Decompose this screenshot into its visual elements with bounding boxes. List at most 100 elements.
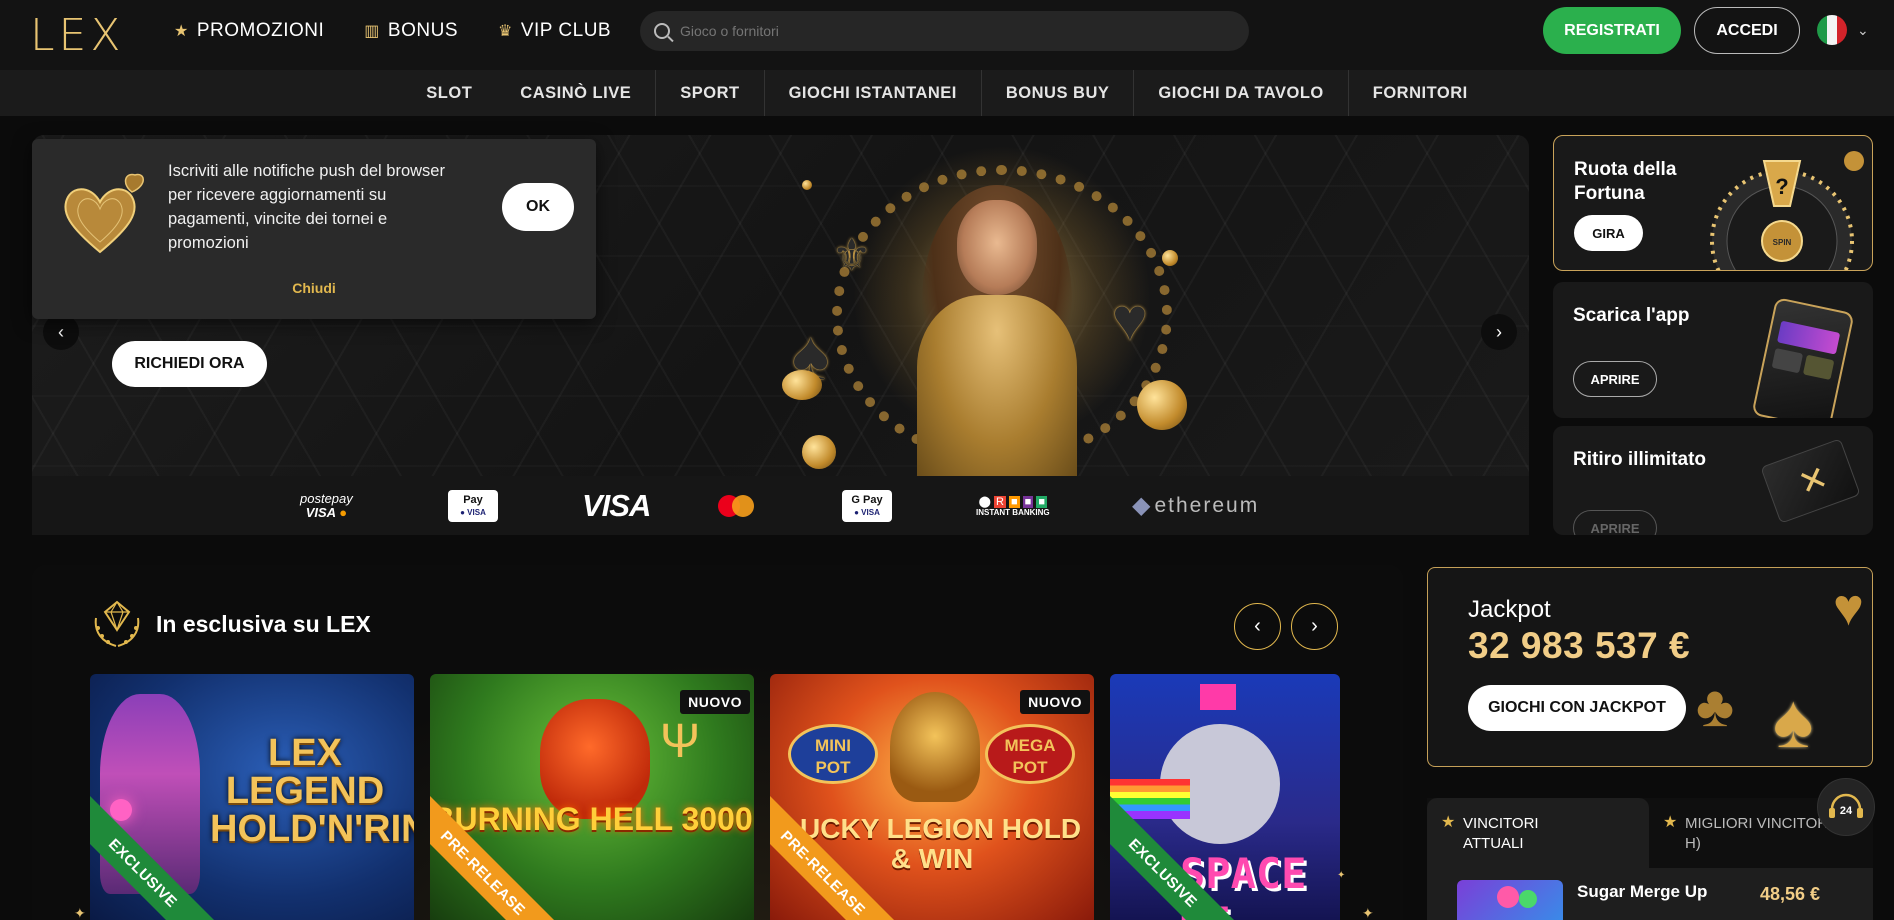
mega-pot-badge: MEGA POT: [985, 724, 1075, 784]
category-nav: SLOT CASINÒ LIVE SPORT GIOCHI ISTANTANEI…: [0, 70, 1894, 116]
jackpot-amount: 32 983 537 €: [1468, 625, 1691, 666]
category-giochi-da-tavolo[interactable]: GIOCHI DA TAVOLO: [1134, 70, 1349, 116]
nav-bonus-label: BONUS: [387, 20, 458, 41]
winners-panel: ★ VINCITORI ATTUALI ★ MIGLIORI VINCITORI…: [1427, 798, 1873, 920]
headset-24-icon: 24: [1829, 793, 1863, 818]
popup-ok-button[interactable]: OK: [502, 183, 574, 231]
search-input[interactable]: [680, 23, 1200, 39]
register-button[interactable]: REGISTRATI: [1543, 7, 1681, 54]
jackpot-label: Jackpot: [1468, 596, 1551, 623]
top-header: LEX ★ PROMOZIONI ▥ BONUS ♛ VIP CLUB REGI…: [0, 0, 1894, 70]
exclusive-prev-button[interactable]: ‹: [1234, 603, 1281, 650]
support-24-label: 24: [1840, 805, 1853, 817]
winner-amount: 48,56 €: [1760, 884, 1821, 904]
visa-logo: VISA: [582, 487, 651, 523]
gold-heart-icon: [64, 173, 144, 254]
nav-vip-club-label: VIP CLUB: [520, 20, 612, 41]
promo-unlimited-withdrawal[interactable]: Ritiro illimitato APRIRE ✕: [1553, 426, 1873, 535]
category-fornitori[interactable]: FORNITORI: [1349, 70, 1492, 116]
gold-heart-icon: ♥: [1833, 579, 1864, 637]
italy-flag-icon[interactable]: [1817, 15, 1847, 45]
gold-spade-icon: ♠: [1773, 679, 1814, 764]
trident-icon: Ψ: [660, 715, 701, 768]
card-icon: ✕: [1760, 438, 1861, 524]
phone-icon: [1751, 296, 1855, 418]
category-slot[interactable]: SLOT: [402, 70, 496, 116]
heart-icon: ♥: [1112, 286, 1148, 353]
google-pay-logo: G Pay ● VISA: [842, 476, 892, 535]
new-badge: NUOVO: [1020, 690, 1090, 714]
nav-promozioni-label: PROMOZIONI: [196, 20, 325, 41]
game-title-lex-legend: LEX LEGEND HOLD'N'RING: [210, 732, 414, 850]
mastercard-logo: [718, 476, 756, 535]
svg-text:?: ?: [1775, 174, 1788, 199]
game-card-burning-hell[interactable]: Ψ BURNING HELL 3000 NUOVO PRE-RELEASE: [430, 674, 754, 920]
winner-game-thumbnail: [1457, 880, 1563, 920]
star-icon: ★: [1441, 814, 1456, 831]
main-nav: ★ PROMOZIONI ▥ BONUS ♛ VIP CLUB: [174, 20, 611, 42]
jackpot-card: Jackpot 32 983 537 € GIOCHI CON JACKPOT …: [1427, 567, 1873, 767]
category-casino-live[interactable]: CASINÒ LIVE: [496, 70, 657, 116]
category-giochi-istantanei[interactable]: GIOCHI ISTANTANEI: [765, 70, 982, 116]
tab-current-winners[interactable]: ★ VINCITORI ATTUALI: [1427, 798, 1649, 868]
winner-game-name: Sugar Merge Up: [1577, 882, 1708, 901]
promo-wheel-of-fortune[interactable]: Ruota della Fortuna GIRA ? SPIN: [1553, 135, 1873, 271]
promo-wheel-title: Ruota della Fortuna: [1574, 159, 1677, 204]
crown-icon: ♛: [498, 23, 513, 40]
promo-withdrawal-title: Ritiro illimitato: [1573, 449, 1706, 470]
mini-pot-badge: MINI POT: [788, 724, 878, 784]
claim-now-button[interactable]: RICHIEDI ORA: [112, 341, 267, 387]
popup-close-link[interactable]: Chiudi: [32, 280, 596, 296]
nav-vip-club[interactable]: ♛ VIP CLUB: [498, 20, 611, 42]
banner-illustration: ♠ ♥ ⚜: [772, 135, 1212, 476]
helmet-icon: [890, 692, 980, 802]
payment-methods-strip: postepay VISA ● Pay ● VISA VISA G Pay ● VI…: [32, 476, 1529, 535]
lex-logo[interactable]: LEX: [30, 10, 124, 61]
open-app-button[interactable]: APRIRE: [1573, 361, 1657, 397]
nav-promozioni[interactable]: ★ PROMOZIONI: [174, 20, 324, 42]
svg-text:SPIN: SPIN: [1773, 238, 1792, 247]
gift-icon: ▥: [364, 23, 380, 40]
exclusive-games-section: In esclusiva su LEX ‹ › LEX LEGEND HOLD'…: [32, 565, 1403, 920]
support-24-button[interactable]: 24: [1817, 778, 1875, 836]
sparkle-icon: ✦: [74, 905, 86, 920]
tab-current-winners-label: VINCITORI ATTUALI: [1463, 815, 1539, 852]
apple-pay-logo: Pay ● VISA: [448, 476, 498, 535]
flag-icon: [1200, 684, 1236, 710]
star-icon: ★: [174, 23, 189, 40]
sparkle-icon: ✦: [1362, 905, 1374, 920]
banner-prev-button[interactable]: ‹: [43, 314, 79, 350]
category-sport[interactable]: SPORT: [656, 70, 765, 116]
game-card-lex-legend[interactable]: LEX LEGEND HOLD'N'RING EXCLUSIVE: [90, 674, 414, 920]
fleur-icon: ⚜: [832, 231, 872, 280]
push-notification-popup: Iscriviti alle notifiche push del browse…: [32, 139, 596, 319]
jackpot-games-button[interactable]: GIOCHI CON JACKPOT: [1468, 685, 1686, 731]
gold-club-icon: ♣: [1696, 674, 1735, 739]
sparkle-icon: ✦: [1337, 870, 1346, 881]
game-card-space-me[interactable]: SPACE ME EXCLUSIVE: [1110, 674, 1340, 920]
winner-row[interactable]: Sugar Merge Up 48,56 €: [1427, 868, 1873, 920]
spin-button[interactable]: GIRA: [1574, 215, 1643, 251]
banner-next-button[interactable]: ›: [1481, 314, 1517, 350]
promo-download-app[interactable]: Scarica l'app APRIRE: [1553, 282, 1873, 418]
exclusive-section-title: In esclusiva su LEX: [156, 611, 371, 637]
chevron-down-icon[interactable]: ⌄: [1857, 22, 1869, 39]
nav-bonus[interactable]: ▥ BONUS: [364, 20, 458, 42]
instant-banking-logo: ⬤ R ■ ■ ■ INSTANT BANKING: [976, 495, 1050, 517]
new-badge: NUOVO: [680, 690, 750, 714]
open-withdrawal-button[interactable]: APRIRE: [1573, 510, 1657, 535]
push-notification-text: Iscriviti alle notifiche push del browse…: [168, 162, 445, 252]
diamond-laurel-icon: [94, 600, 140, 647]
fortune-wheel-icon: ? SPIN: [1710, 151, 1864, 270]
exclusive-next-button[interactable]: ›: [1291, 603, 1338, 650]
star-icon: ★: [1663, 814, 1678, 831]
postepay-logo: postepay VISA ●: [300, 490, 353, 520]
search-bar[interactable]: [640, 11, 1249, 51]
promo-app-title: Scarica l'app: [1573, 305, 1690, 326]
login-button[interactable]: ACCEDI: [1694, 7, 1800, 54]
search-icon: [654, 23, 670, 39]
game-title-burning-hell: BURNING HELL 3000: [431, 801, 753, 837]
game-card-lucky-legion[interactable]: MINI POT MEGA POT LUCKY LEGION HOLD & WIN …: [770, 674, 1094, 920]
category-bonus-buy[interactable]: BONUS BUY: [982, 70, 1135, 116]
ethereum-logo: ◆ ethereum: [1132, 492, 1260, 519]
